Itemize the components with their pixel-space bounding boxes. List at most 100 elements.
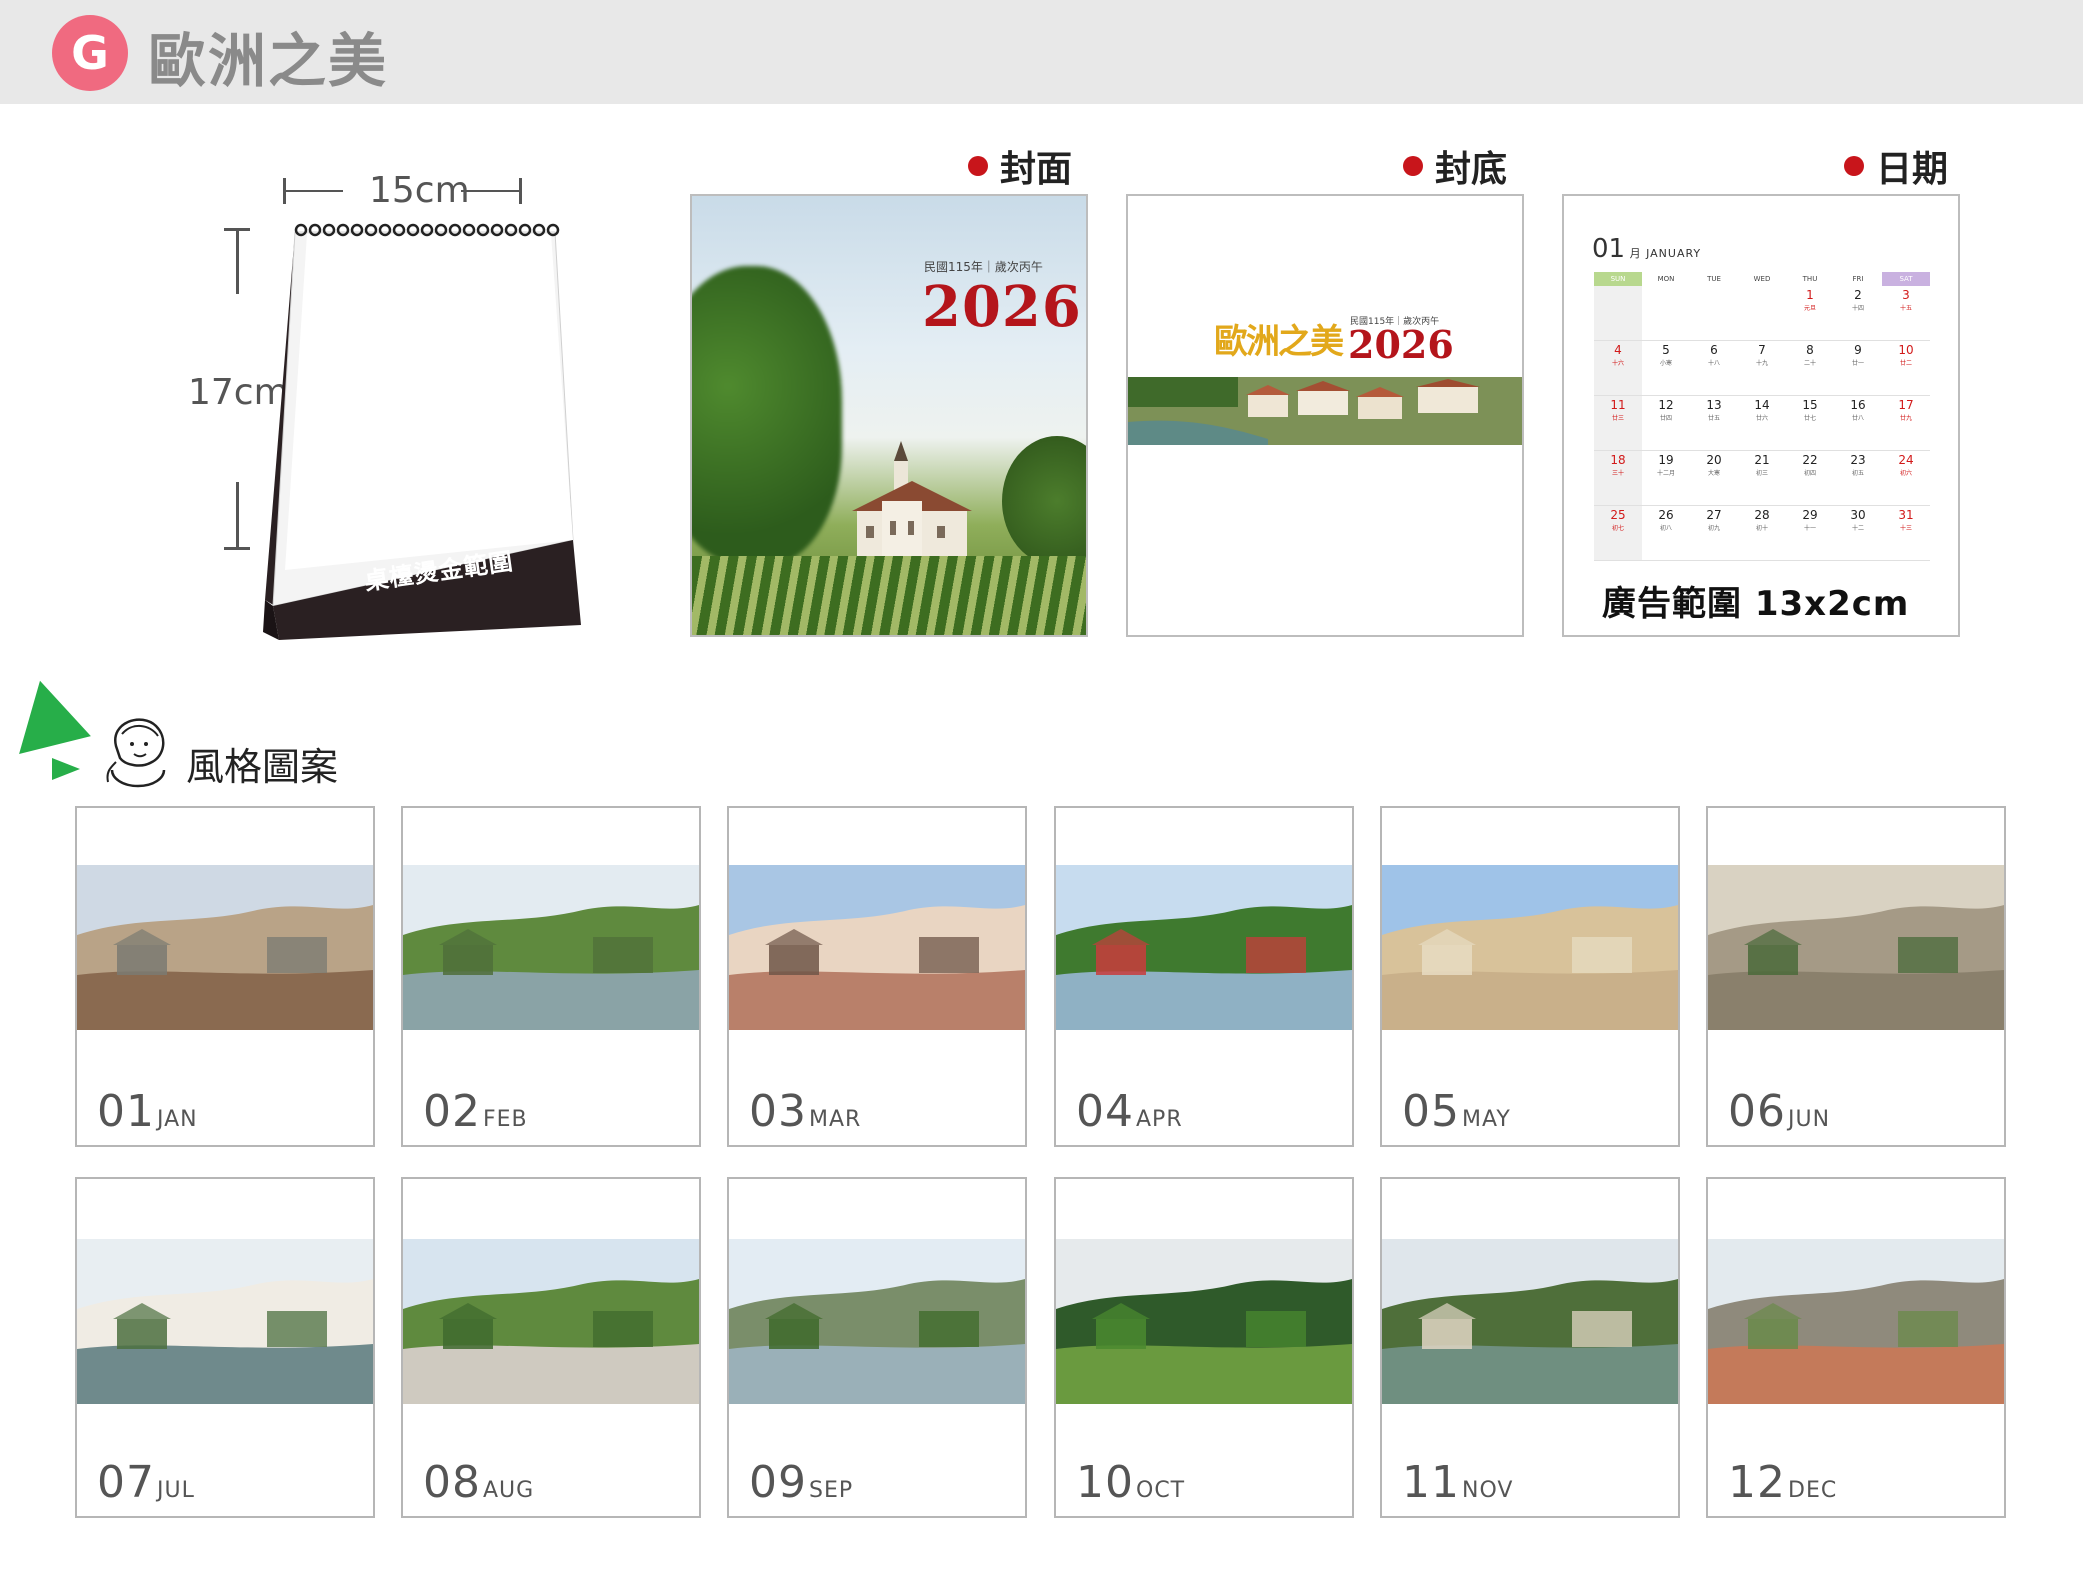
- month-number: 06: [1728, 1086, 1786, 1137]
- weekday-label: TUE: [1707, 275, 1721, 283]
- calendar-day: 25 初七: [1594, 506, 1642, 560]
- calendar-day: 16 廿八: [1834, 396, 1882, 450]
- lunar-date: 廿六: [1755, 415, 1768, 422]
- day-number: 18: [1610, 453, 1626, 467]
- cover-preview: 民國115年｜歲次丙午 2026: [690, 194, 1088, 637]
- day-number: 19: [1658, 453, 1674, 467]
- day-number: 29: [1802, 508, 1818, 522]
- month-label: 11NOV: [1402, 1457, 1513, 1508]
- calendar-day: 19 十二月: [1642, 451, 1690, 505]
- day-number: 10: [1898, 343, 1914, 357]
- lunar-date: 廿三: [1611, 415, 1624, 422]
- date-page-preview: 01 月 JANUARY SUN MON TUE WED THU FRI SAT 1 元旦 2 十…: [1562, 194, 1960, 637]
- month-label: 10OCT: [1076, 1457, 1185, 1508]
- day-number: 17: [1898, 398, 1914, 412]
- month-abbr: AUG: [483, 1478, 535, 1503]
- lunar-date: 廿二: [1899, 360, 1912, 367]
- lunar-date: 十五: [1899, 305, 1912, 312]
- calendar-day: 13 廿五: [1690, 396, 1738, 450]
- month-card: 05MAY: [1380, 806, 1680, 1147]
- lunar-date: 初六: [1899, 470, 1912, 477]
- calendar-grid: SUN MON TUE WED THU FRI SAT 1 元旦 2 十四 3 十五 4 十六 5 小寒 6 十八…: [1594, 272, 1930, 561]
- calendar-day: [1738, 286, 1786, 340]
- calendar-week-row: 25 初七 26 初八 27 初九 28 初十 29 十一 30 十二 31 十三: [1594, 506, 1930, 561]
- calendar-day: 4 十六: [1594, 341, 1642, 395]
- lunar-date: 十二月: [1656, 470, 1675, 477]
- height-line-bottom: [236, 482, 239, 548]
- month-number: 08: [423, 1457, 481, 1508]
- calendar-day: [1594, 286, 1642, 340]
- month-card: 08AUG: [401, 1177, 701, 1518]
- lunar-date: 二十: [1803, 360, 1816, 367]
- calendar-day: 27 初九: [1690, 506, 1738, 560]
- calendar-day: 9 廿一: [1834, 341, 1882, 395]
- height-line-top: [236, 228, 239, 294]
- month-label: 09SEP: [749, 1457, 853, 1508]
- calendar-day: 7 十九: [1738, 341, 1786, 395]
- back-preview: 歐洲之美 民國115年｜歲次丙午 2026: [1126, 194, 1524, 637]
- lunar-date: 三十: [1611, 470, 1624, 477]
- lunar-date: 初五: [1851, 470, 1864, 477]
- month-label: 06JUN: [1728, 1086, 1830, 1137]
- month-number: 09: [749, 1457, 807, 1508]
- day-number: 31: [1898, 508, 1914, 522]
- calendar-day: [1690, 286, 1738, 340]
- calendar-day: 24 初六: [1882, 451, 1930, 505]
- calendar-day: 22 初四: [1786, 451, 1834, 505]
- calendar-day: 30 十二: [1834, 506, 1882, 560]
- month-photo: [1382, 865, 1678, 1030]
- month-photo: [77, 1239, 373, 1404]
- weekday-label: FRI: [1852, 275, 1864, 283]
- width-tick-right: [519, 178, 522, 204]
- calendar-day: 23 初五: [1834, 451, 1882, 505]
- month-abbr: JUL: [157, 1478, 195, 1503]
- month-photo: [1708, 865, 2004, 1030]
- month-number: 05: [1402, 1086, 1460, 1137]
- lunar-date: 十九: [1755, 360, 1768, 367]
- lunar-date: 初八: [1659, 525, 1672, 532]
- lunar-date: 廿八: [1851, 415, 1864, 422]
- day-number: 28: [1754, 508, 1770, 522]
- day-number: 7: [1758, 343, 1766, 357]
- month-card: 04APR: [1054, 806, 1354, 1147]
- month-abbr: FEB: [483, 1107, 528, 1132]
- month-photo: [1382, 1239, 1678, 1404]
- product-page: G 歐洲之美 15cm 17cm 桌檯燙金範圍 封面 封底 日期 民國115年｜…: [0, 0, 2083, 1588]
- day-number: 9: [1854, 343, 1862, 357]
- weekday-label: SUN: [1594, 272, 1642, 286]
- month-card: 02FEB: [401, 806, 701, 1147]
- church-image: [852, 441, 972, 566]
- month-number: 04: [1076, 1086, 1134, 1137]
- day-number: 26: [1658, 508, 1674, 522]
- month-label: 03MAR: [749, 1086, 861, 1137]
- month-card: 11NOV: [1380, 1177, 1680, 1518]
- lunar-date: 廿九: [1899, 415, 1912, 422]
- month-abbr: JUN: [1788, 1107, 1831, 1132]
- width-dimension: 15cm: [283, 170, 523, 220]
- width-line-left: [283, 190, 343, 192]
- day-number: 12: [1658, 398, 1674, 412]
- day-number: 27: [1706, 508, 1722, 522]
- calendar-day: 15 廿七: [1786, 396, 1834, 450]
- calendar-day: 5 小寒: [1642, 341, 1690, 395]
- month-number: 12: [1728, 1457, 1786, 1508]
- cover-year: 2026: [922, 274, 1082, 340]
- month-abbr: JAN: [157, 1107, 198, 1132]
- month-photo: [403, 1239, 699, 1404]
- weekday-label: THU: [1802, 275, 1818, 283]
- weekday-label: SAT: [1882, 272, 1930, 286]
- series-badge: G: [52, 15, 128, 91]
- day-number: 15: [1802, 398, 1818, 412]
- day-number: 8: [1806, 343, 1814, 357]
- header-bar: G 歐洲之美: [0, 0, 2083, 104]
- lunar-date: 十二: [1851, 525, 1864, 532]
- calendar-day: 14 廿六: [1738, 396, 1786, 450]
- month-abbr: MAR: [809, 1107, 862, 1132]
- calendar-day: 11 廿三: [1594, 396, 1642, 450]
- month-abbr: DEC: [1788, 1478, 1838, 1503]
- month-label: 04APR: [1076, 1086, 1183, 1137]
- calendar-day: 17 廿九: [1882, 396, 1930, 450]
- lunar-date: 初三: [1755, 470, 1768, 477]
- back-heading: 封底: [1403, 140, 1507, 192]
- calendar-day: 2 十四: [1834, 286, 1882, 340]
